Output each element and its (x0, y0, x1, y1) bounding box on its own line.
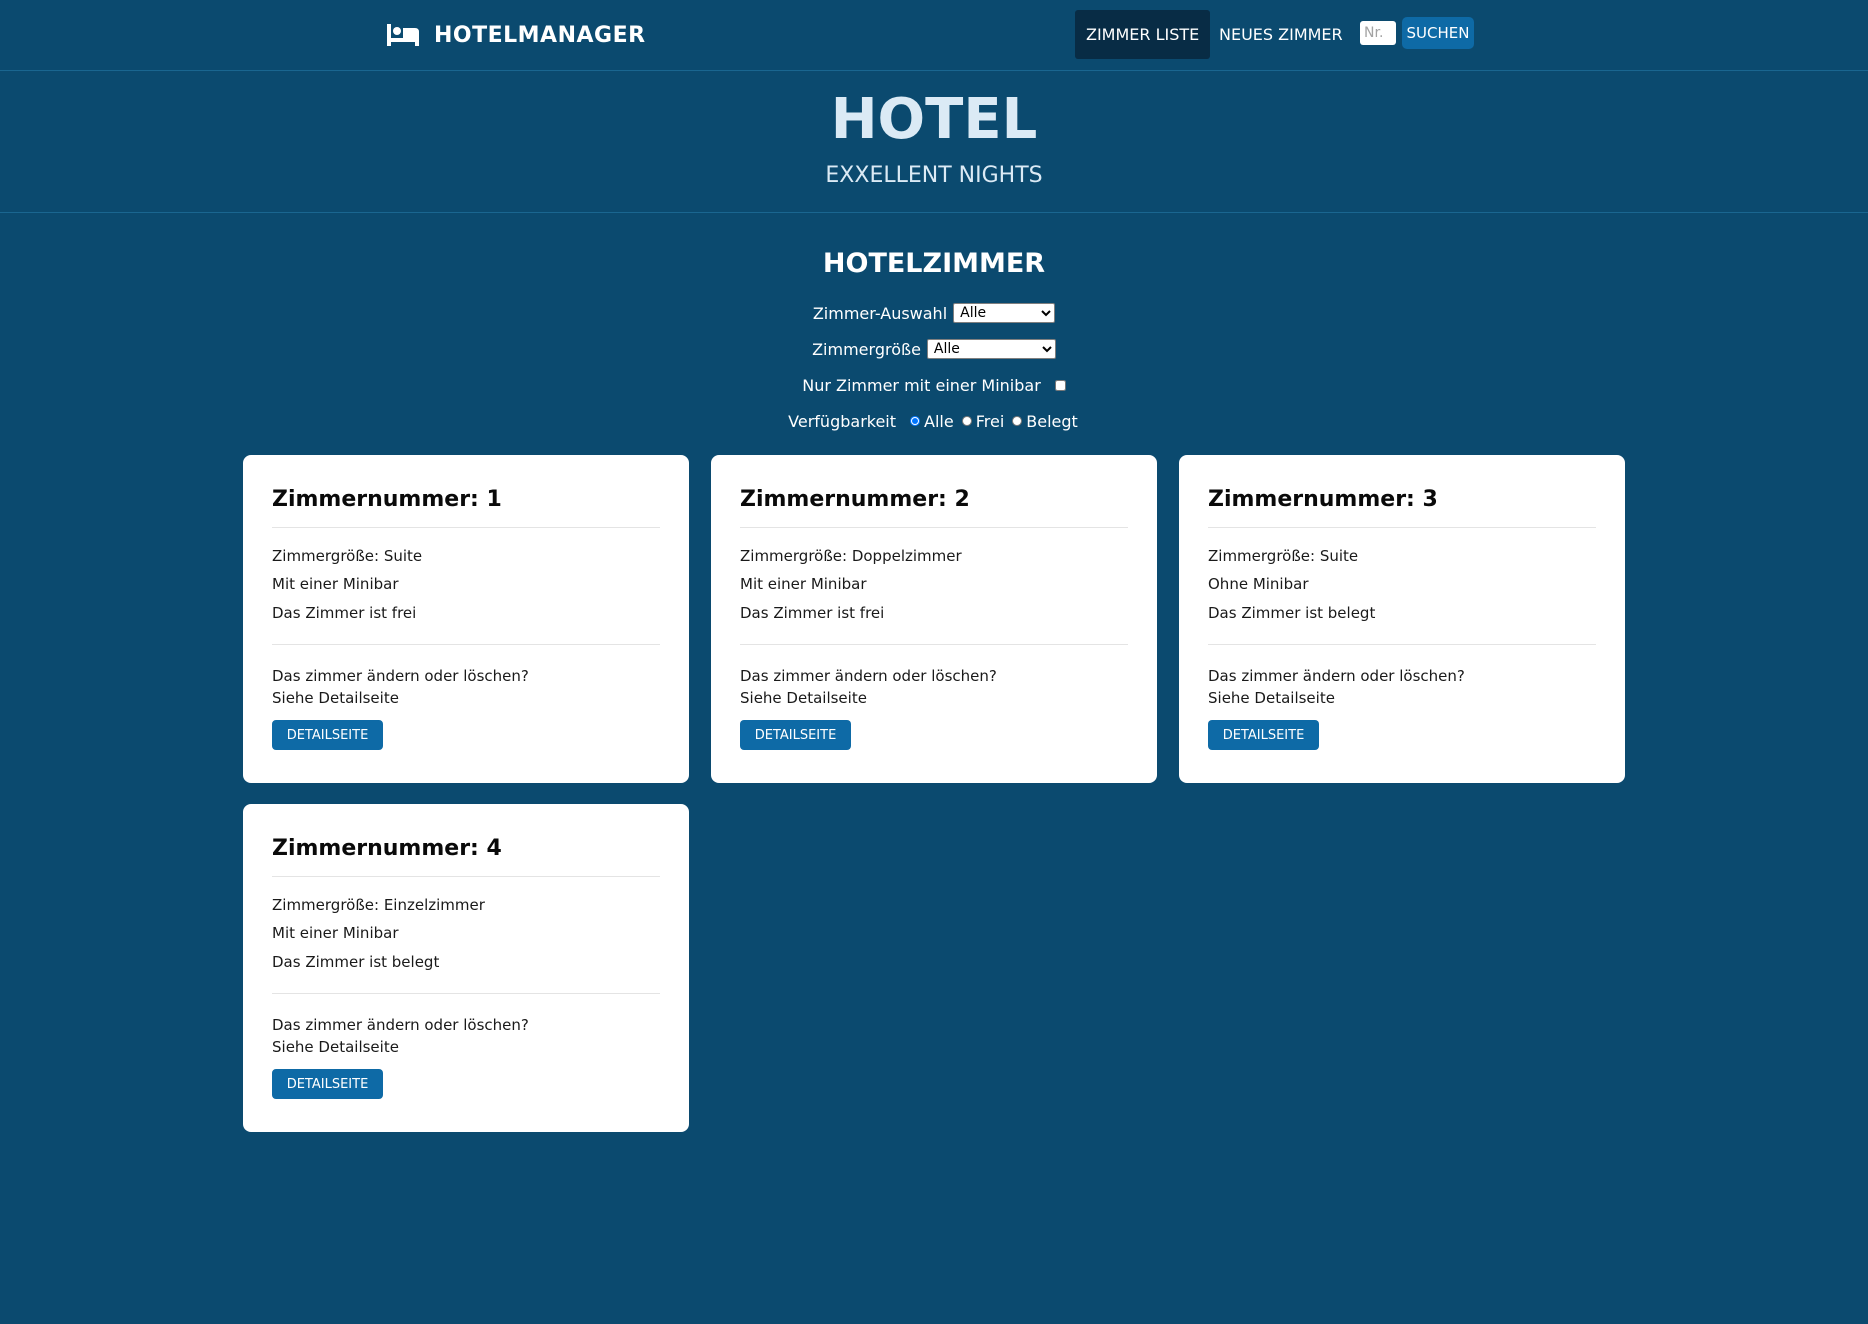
availability-radio-frei[interactable] (961, 416, 972, 426)
edit-prompt-text: Das zimmer ändern oder löschen? (272, 667, 529, 685)
detail-hint-text: Siehe Detailseite (272, 1038, 399, 1056)
availability-option-alle: Alle (924, 411, 954, 431)
room-status-text: Das Zimmer ist frei (740, 604, 885, 622)
room-number-title: Zimmernummer: 4 (272, 836, 502, 861)
bed-icon (387, 24, 419, 46)
availability-radio-alle[interactable] (910, 416, 921, 426)
detail-page-button[interactable]: DETAILSEITE (740, 720, 851, 750)
top-navbar: HOTELMANAGER ZIMMER LISTE NEUES ZIMMER S… (0, 0, 1868, 71)
room-selection-select[interactable]: Alle (953, 303, 1056, 323)
room-size-label: Zimmergröße (812, 339, 921, 359)
room-status-text: Das Zimmer ist frei (272, 604, 417, 622)
availability-radio-belegt[interactable] (1012, 416, 1023, 426)
detail-page-button[interactable]: DETAILSEITE (272, 1069, 383, 1099)
room-status-text: Das Zimmer ist belegt (1208, 604, 1376, 622)
detail-hint-text: Siehe Detailseite (740, 689, 867, 707)
detail-page-button[interactable]: DETAILSEITE (1208, 720, 1319, 750)
brand-link[interactable]: HOTELMANAGER (386, 18, 646, 52)
room-number-search-input[interactable] (1360, 21, 1396, 45)
nav-link-zimmer-liste[interactable]: ZIMMER LISTE (1075, 10, 1211, 59)
hero-subtitle: EXXELLENT NIGHTS (825, 163, 1043, 188)
room-selection-filter: Zimmer-Auswahl Alle (0, 302, 1868, 324)
room-number-title: Zimmernummer: 2 (740, 487, 970, 512)
room-minibar-text: Mit einer Minibar (740, 575, 867, 593)
room-minibar-text: Ohne Minibar (1208, 575, 1309, 593)
card-divider (740, 527, 1128, 528)
room-card: Zimmernummer: 2 Zimmergröße: Doppelzimme… (711, 455, 1157, 783)
room-status-text: Das Zimmer ist belegt (272, 953, 440, 971)
room-card: Zimmernummer: 1 Zimmergröße: Suite Mit e… (243, 455, 689, 783)
room-size-text: Zimmergröße: Suite (1208, 547, 1359, 565)
detail-hint-text: Siehe Detailseite (1208, 689, 1335, 707)
brand-name: HOTELMANAGER (434, 22, 646, 48)
card-divider (1208, 644, 1596, 645)
room-selection-label: Zimmer-Auswahl (812, 303, 948, 323)
room-size-text: Zimmergröße: Doppelzimmer (740, 547, 962, 565)
nav-link-neues-zimmer[interactable]: NEUES ZIMMER (1208, 10, 1354, 59)
room-size-text: Zimmergröße: Suite (272, 547, 423, 565)
card-divider (740, 644, 1128, 645)
availability-option-frei: Frei (975, 411, 1005, 431)
edit-prompt-text: Das zimmer ändern oder löschen? (272, 1016, 529, 1034)
minibar-filter: Nur Zimmer mit einer Minibar (0, 374, 1868, 396)
card-divider (272, 876, 660, 877)
minibar-label: Nur Zimmer mit einer Minibar (802, 375, 1041, 395)
room-minibar-text: Mit einer Minibar (272, 924, 399, 942)
room-size-text: Zimmergröße: Einzelzimmer (272, 896, 485, 914)
room-size-select[interactable]: Alle (926, 339, 1056, 359)
card-divider (1208, 527, 1596, 528)
availability-filter: Verfügbarkeit Alle Frei Belegt (0, 410, 1868, 432)
room-minibar-text: Mit einer Minibar (272, 575, 399, 593)
room-size-filter: Zimmergröße Alle (0, 338, 1868, 360)
availability-option-belegt: Belegt (1026, 411, 1078, 431)
minibar-checkbox[interactable] (1054, 379, 1066, 391)
room-card: Zimmernummer: 4 Zimmergröße: Einzelzimme… (243, 804, 689, 1132)
detail-hint-text: Siehe Detailseite (272, 689, 399, 707)
availability-label: Verfügbarkeit (788, 411, 897, 431)
detail-page-button[interactable]: DETAILSEITE (272, 720, 383, 750)
room-card: Zimmernummer: 3 Zimmergröße: Suite Ohne … (1179, 455, 1625, 783)
page-title: HOTELZIMMER (822, 248, 1046, 279)
hero-banner: HOTEL EXXELLENT NIGHTS (0, 71, 1868, 213)
search-button[interactable]: SUCHEN (1402, 17, 1474, 49)
card-divider (272, 644, 660, 645)
edit-prompt-text: Das zimmer ändern oder löschen? (1208, 667, 1465, 685)
room-number-title: Zimmernummer: 1 (272, 487, 502, 512)
hero-title: HOTEL (830, 87, 1038, 152)
room-number-title: Zimmernummer: 3 (1208, 487, 1438, 512)
card-divider (272, 993, 660, 994)
card-divider (272, 527, 660, 528)
edit-prompt-text: Das zimmer ändern oder löschen? (740, 667, 997, 685)
